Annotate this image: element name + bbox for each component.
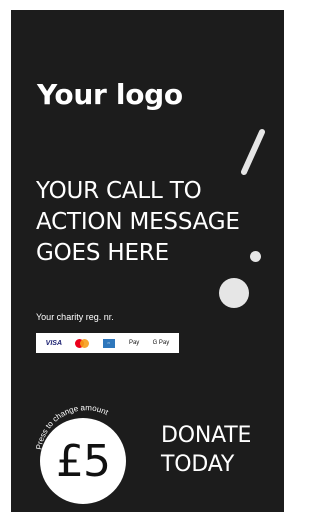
cta-line: GOES HERE: [36, 240, 169, 266]
amount-selector[interactable]: Press to change amount £5: [29, 396, 139, 506]
google-pay-logo: G Pay: [152, 340, 170, 346]
amex-icon: ▭: [102, 338, 115, 348]
decorative-slash: [241, 129, 265, 175]
payment-methods: VISA ▭ Pay G Pay: [36, 333, 179, 353]
visa-logo: VISA: [45, 339, 62, 347]
mastercard-icon: [75, 338, 90, 348]
donation-screen: Your logo YOUR CALL TO ACTION MESSAGE GO…: [11, 10, 284, 512]
cta-line: ACTION MESSAGE: [36, 209, 240, 235]
apple-pay-logo: Pay: [128, 340, 139, 346]
call-to-action-message: YOUR CALL TO ACTION MESSAGE GOES HERE: [36, 176, 281, 269]
decorative-dot-large: [219, 278, 249, 308]
donate-label: DONATE: [161, 423, 252, 448]
apple-pay-label: Pay: [128, 340, 140, 346]
donate-button[interactable]: DONATE TODAY: [161, 421, 251, 479]
logo: Your logo: [37, 78, 183, 111]
donate-label: TODAY: [161, 452, 235, 477]
cta-line: YOUR CALL TO: [36, 178, 202, 204]
amount-button[interactable]: £5: [40, 418, 126, 504]
decorative-dot-small: [250, 251, 261, 262]
charity-reg-number: Your charity reg. nr.: [36, 312, 114, 322]
